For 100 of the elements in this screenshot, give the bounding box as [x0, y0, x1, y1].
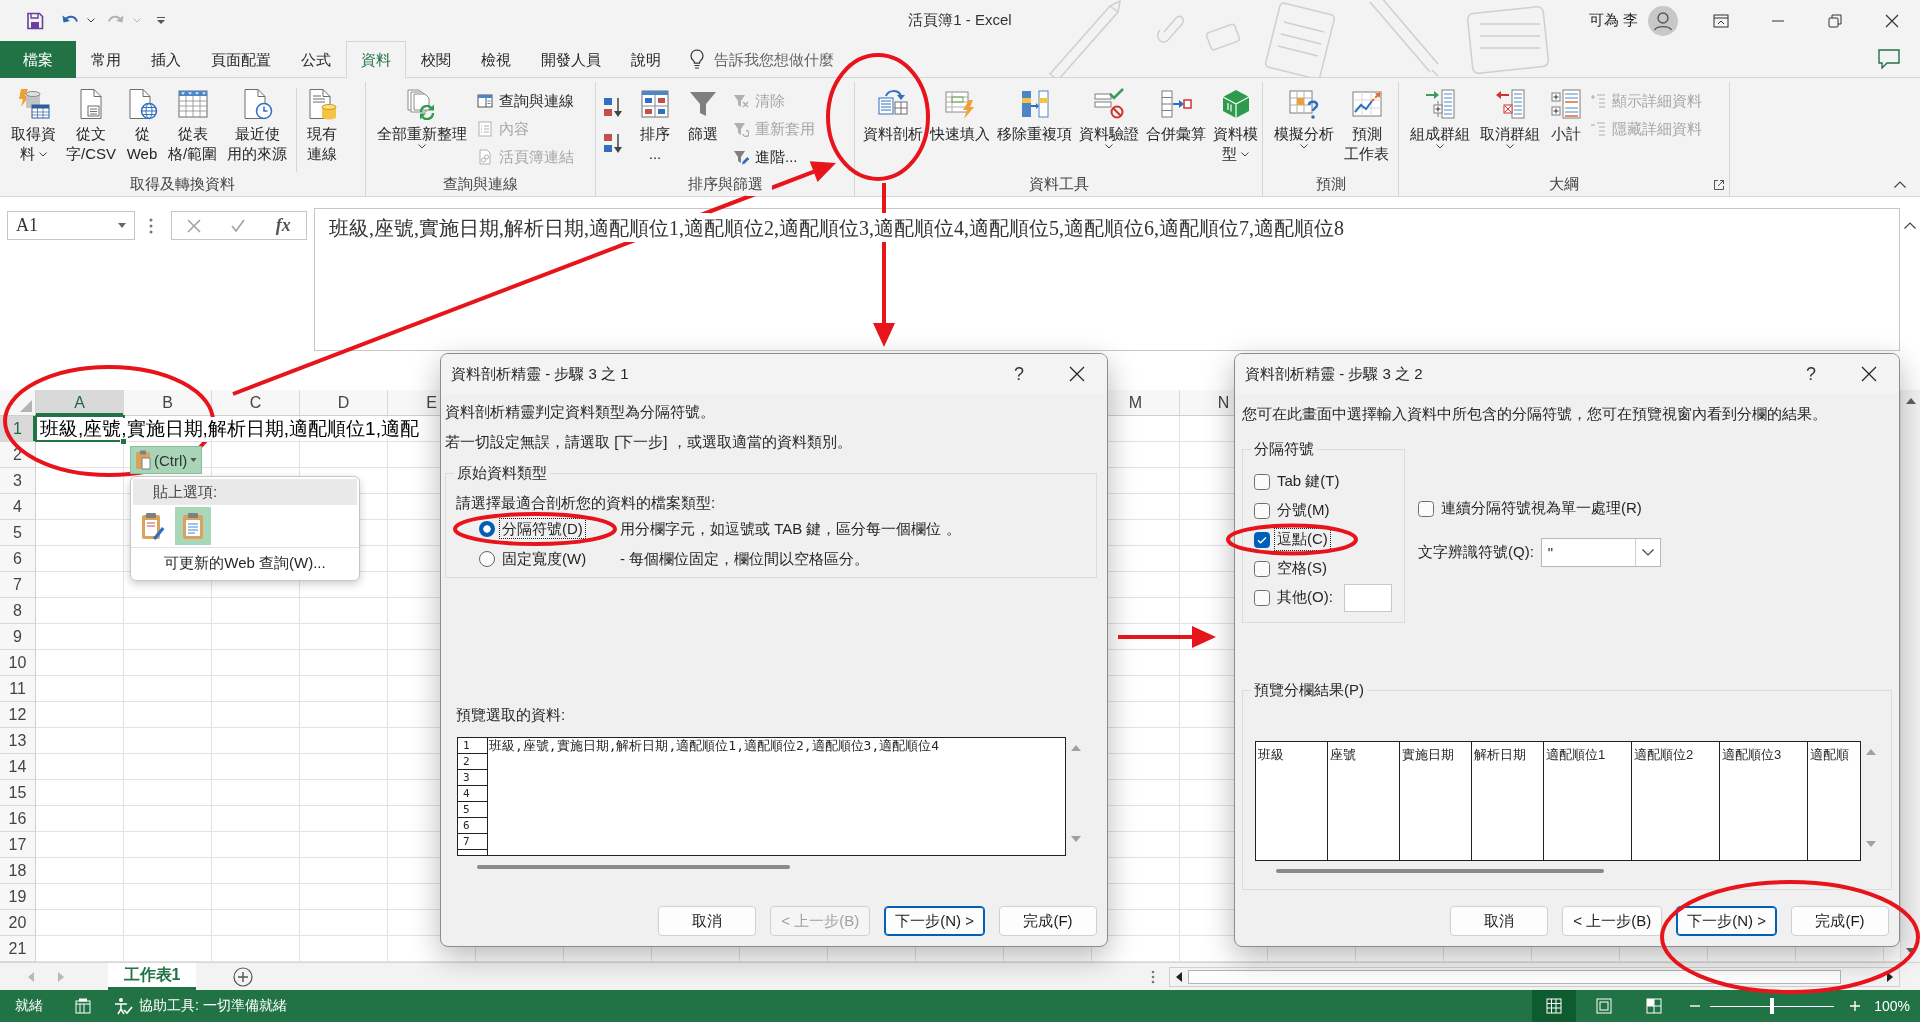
insert-function-button[interactable]: fx — [275, 215, 291, 236]
checkbox[interactable] — [1254, 560, 1270, 577]
ribbon-tab[interactable]: 公式 — [286, 41, 346, 78]
horizontal-scrollbar[interactable] — [1169, 966, 1900, 987]
view-button[interactable] — [1532, 990, 1577, 1022]
name-box[interactable]: A1 — [7, 211, 135, 240]
ribbon-tab[interactable]: 資料 — [346, 41, 406, 78]
checkbox[interactable] — [1254, 589, 1270, 606]
row-number[interactable]: 15 — [8, 783, 27, 802]
row-number[interactable]: 7 — [13, 575, 22, 594]
radio-label[interactable]: 分隔符號(D) — [499, 517, 586, 539]
column-header[interactable]: D — [337, 393, 350, 412]
column-header[interactable]: N — [1217, 393, 1230, 412]
column-header[interactable]: M — [1128, 393, 1143, 412]
radio-button[interactable] — [479, 551, 495, 567]
radio-label[interactable]: 固定寬度(W) — [499, 547, 590, 569]
ribbon-display-icon[interactable] — [1712, 12, 1729, 29]
dialog-button[interactable]: 取消 — [658, 906, 757, 936]
close-icon[interactable] — [1883, 12, 1900, 29]
ribbon-button[interactable]: 資料模 型 — [1211, 86, 1260, 164]
ribbon-button[interactable]: 最近使 用的來源 — [222, 86, 293, 164]
radio-button[interactable] — [479, 521, 495, 537]
zoom-level[interactable]: 100% — [1874, 998, 1910, 1014]
row-number[interactable]: 18 — [8, 861, 27, 880]
checkbox-label[interactable]: Tab 鍵(T) — [1274, 470, 1343, 493]
dialog-button[interactable]: 下一步(N) > — [1676, 906, 1777, 936]
row-number[interactable]: 6 — [13, 549, 22, 568]
ribbon-button[interactable]: 資料剖析 — [861, 86, 925, 144]
text-qualifier-dropdown[interactable]: " — [1540, 538, 1661, 567]
checkbox[interactable] — [1254, 473, 1270, 490]
row-number[interactable]: 1 — [13, 419, 22, 438]
ribbon-button[interactable]: 查詢與連線 — [474, 87, 577, 115]
close-icon[interactable] — [1069, 366, 1085, 382]
cross-icon[interactable] — [187, 218, 202, 233]
dialog-button[interactable]: 取消 — [1450, 906, 1549, 936]
sort-ascending-icon[interactable] — [603, 96, 625, 118]
row-number[interactable]: 13 — [8, 731, 27, 750]
chevron-up-icon[interactable] — [1894, 181, 1906, 188]
dialog-launcher-icon[interactable] — [1714, 180, 1724, 190]
row-number[interactable]: 11 — [9, 679, 26, 698]
fill-handle[interactable] — [120, 438, 127, 445]
vertical-scrollbar[interactable] — [1900, 390, 1920, 962]
row-number[interactable]: 4 — [13, 497, 22, 516]
ribbon-button[interactable]: 資料驗證 — [1077, 86, 1141, 149]
row-number[interactable]: 8 — [13, 601, 22, 620]
row-number[interactable]: 10 — [8, 653, 27, 672]
plus-icon[interactable] — [1850, 1001, 1861, 1011]
checkbox[interactable] — [1254, 502, 1270, 519]
ribbon-button[interactable]: 移除重複項 — [995, 86, 1074, 144]
checkbox-label[interactable]: 空格(S) — [1274, 557, 1330, 580]
scroll-up-icon[interactable] — [1905, 398, 1916, 404]
checkbox-label[interactable]: 逗點(C) — [1274, 528, 1331, 551]
row-number[interactable]: 9 — [13, 627, 22, 646]
row-number[interactable]: 21 — [8, 939, 27, 958]
ribbon-tab[interactable]: 插入 — [136, 41, 196, 78]
user-name[interactable]: 可為 李 — [1588, 11, 1638, 30]
restore-icon[interactable] — [1826, 12, 1843, 29]
ribbon-button[interactable]: 進階... — [730, 143, 801, 171]
paste-option-button[interactable] — [175, 507, 211, 545]
ribbon-tab[interactable]: 檢視 — [466, 41, 526, 78]
ribbon-button[interactable]: 組成群組 — [1405, 86, 1475, 149]
paste-options-button[interactable]: (Ctrl) — [130, 446, 203, 474]
help-button[interactable]: ? — [1009, 363, 1029, 385]
dialog-button[interactable]: 完成(F) — [999, 906, 1097, 936]
column-header[interactable]: B — [162, 393, 173, 412]
vertical-dots-icon[interactable] — [1151, 969, 1155, 984]
checkbox-label[interactable]: 連續分隔符號視為單一處理(R) — [1438, 497, 1645, 520]
other-delimiter-field[interactable] — [1343, 583, 1392, 612]
column-header[interactable]: C — [249, 393, 262, 412]
help-button[interactable]: ? — [1801, 363, 1821, 385]
row-number[interactable]: 16 — [8, 809, 27, 828]
zoom-slider-thumb[interactable] — [1770, 998, 1775, 1014]
ribbon-button[interactable]: 小計 — [1545, 86, 1587, 144]
caret-icon[interactable] — [87, 18, 95, 23]
sheet-tab[interactable]: 工作表1 — [108, 963, 196, 990]
chevron-up-icon[interactable] — [1904, 222, 1916, 229]
column-header[interactable]: A — [74, 393, 85, 412]
accessibility-status[interactable]: 協助工具: 一切準備就緒 — [139, 997, 287, 1015]
caret-icon[interactable] — [118, 223, 126, 228]
ribbon-button[interactable]: 排序 ... — [634, 86, 676, 164]
ribbon-button[interactable]: 合併彙算 — [1144, 86, 1208, 144]
close-icon[interactable] — [1861, 366, 1877, 382]
checkbox-label[interactable]: 其他(O): — [1274, 586, 1336, 609]
ribbon-tab[interactable]: 開發人員 — [526, 41, 616, 78]
accessibility-check-icon[interactable] — [113, 997, 133, 1015]
ribbon-tab[interactable]: 常用 — [76, 41, 136, 78]
ribbon-button[interactable]: 篩選 — [682, 86, 724, 144]
row-number[interactable]: 3 — [13, 471, 22, 490]
column-header[interactable]: E — [426, 393, 437, 412]
row-number[interactable]: 17 — [8, 835, 27, 854]
row-number[interactable]: 12 — [8, 705, 27, 724]
ribbon-tab[interactable]: 說明 — [616, 41, 676, 78]
menu-item[interactable]: 可更新的Web 查詢(W)... — [131, 548, 359, 578]
ribbon-button[interactable]: 取消群組 — [1475, 86, 1545, 149]
row-number[interactable]: 20 — [8, 913, 27, 932]
add-sheet-icon[interactable] — [233, 966, 253, 987]
ribbon-button[interactable]: 預測 工作表 — [1339, 86, 1394, 164]
ribbon-button[interactable]: 全部重新整理 — [372, 86, 472, 149]
scroll-down-icon[interactable] — [1905, 948, 1916, 954]
scrollbar-thumb[interactable] — [1188, 969, 1841, 984]
